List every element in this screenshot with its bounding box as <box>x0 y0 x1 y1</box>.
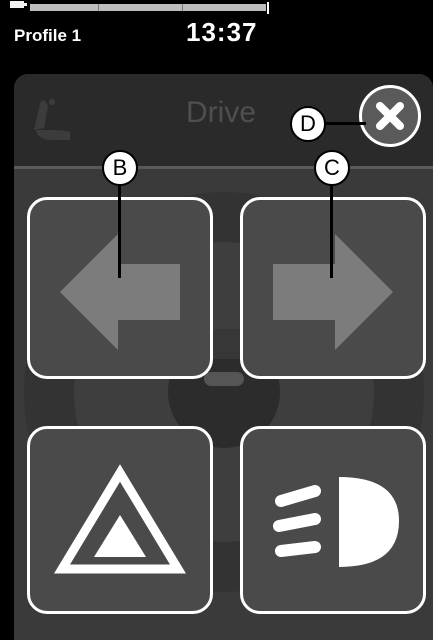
callout-line-d <box>322 122 366 125</box>
hazard-button[interactable] <box>27 426 213 614</box>
screen: Profile 1 13:37 Drive B C D <box>0 0 433 640</box>
mode-title: Drive <box>186 96 257 129</box>
status-segment <box>182 4 183 11</box>
headlight-icon <box>273 477 399 567</box>
callout-c: C <box>314 150 350 186</box>
right-indicator-button[interactable] <box>240 197 426 379</box>
status-track <box>30 4 266 11</box>
close-icon <box>376 102 404 130</box>
status-marker <box>267 2 269 14</box>
status-segment <box>98 4 99 11</box>
headlights-button[interactable] <box>240 426 426 614</box>
callout-b: B <box>102 150 138 186</box>
callout-d: D <box>290 106 326 142</box>
callout-line-b <box>118 178 121 278</box>
drive-panel: Drive <box>14 74 433 640</box>
clock: 13:37 <box>186 17 258 47</box>
panel-divider <box>14 166 433 169</box>
arrow-right-icon <box>273 234 393 350</box>
profile-label: Profile 1 <box>14 26 82 45</box>
battery-icon <box>10 1 27 8</box>
callout-line-c <box>330 178 333 278</box>
close-button[interactable] <box>359 85 421 147</box>
seat-icon <box>34 99 70 140</box>
status-bar <box>0 0 433 14</box>
hazard-warning-icon <box>54 464 186 574</box>
